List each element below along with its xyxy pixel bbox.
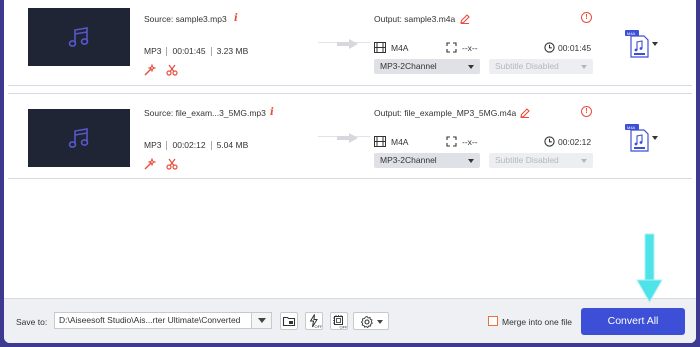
app-window: Source: sample3.mp3 i MP3 00:01:45 3.23 … [4,0,696,343]
edit-tools [144,64,178,76]
svg-text:OFF: OFF [340,325,348,330]
right-arrow-icon [337,39,358,49]
gear-icon [360,315,373,329]
m4a-file-icon[interactable]: M4A [625,124,649,152]
output-specs: M4A --x-- 00:02:12 [374,136,594,148]
edit-tools [144,158,178,170]
file-row: Source: file_exam...3_5MG.mp3 i MP3 00:0… [8,93,692,179]
save-to-label: Save to: [16,317,48,327]
film-icon [374,136,386,147]
film-icon [374,42,386,53]
chevron-down-icon[interactable] [652,136,658,140]
source-format: MP3 [144,140,162,150]
magic-wand-icon[interactable] [144,158,156,170]
source-format: MP3 [144,46,162,56]
video-thumbnail[interactable] [28,109,130,167]
audio-track-select[interactable]: MP3-2Channel [374,153,480,168]
chevron-down-icon[interactable] [251,313,271,328]
subtitle-select[interactable]: Subtitle Disabled [489,59,593,74]
chevron-down-icon [377,320,383,324]
m4a-file-icon[interactable]: M4A [625,30,649,58]
open-folder-button[interactable] [280,312,298,330]
subtitle-value: Subtitle Disabled [495,155,559,165]
source-filename: Source: sample3.mp3 [144,14,227,24]
output-format: M4A [391,137,409,147]
output-resolution: --x-- [462,137,478,147]
source-duration: 00:01:45 [172,46,206,56]
save-path-value: D:\Aiseesoft Studio\Ais...rter Ultimate\… [59,315,241,325]
pencil-icon[interactable] [460,14,470,24]
source-meta: MP3 00:01:45 3.23 MB [144,46,248,56]
cyan-down-arrow-icon [636,233,663,304]
scissors-icon[interactable] [166,64,178,76]
video-thumbnail[interactable] [28,8,130,66]
lightning-off-icon: OFF [309,314,323,329]
settings-button[interactable] [353,312,389,330]
right-arrow-icon [337,133,358,143]
info-icon[interactable]: i [234,13,238,24]
audio-track-select[interactable]: MP3-2Channel [374,59,480,74]
alert-circle-icon[interactable]: ! [581,12,592,23]
info-icon[interactable]: i [270,107,274,118]
output-filename: Output: sample3.m4a [374,14,456,24]
svg-text:M4A: M4A [627,31,636,36]
output-filename: Output: file_example_MP3_5MG.m4a [374,108,517,118]
folder-icon [282,316,296,327]
source-filename: Source: file_exam...3_5MG.mp3 [144,108,266,118]
source-meta: MP3 00:02:12 5.04 MB [144,140,248,150]
gpu-acceleration-button[interactable]: OFF [330,312,348,330]
chevron-down-icon[interactable] [652,42,658,46]
file-list: Source: sample3.mp3 i MP3 00:01:45 3.23 … [4,0,696,298]
chevron-down-icon [468,159,474,163]
source-size: 5.04 MB [216,140,249,150]
chevron-down-icon [581,159,587,163]
output-resolution: --x-- [462,43,478,53]
convert-all-button[interactable]: Convert All [581,308,685,335]
scrollbar[interactable] [683,0,689,298]
hardware-acceleration-button[interactable]: OFF [305,312,323,330]
output-format: M4A [391,43,409,53]
chip-off-icon: OFF [333,315,348,330]
scissors-icon[interactable] [166,158,178,170]
audio-track-value: MP3-2Channel [380,61,437,71]
source-duration: 00:02:12 [172,140,206,150]
alert-circle-icon[interactable]: ! [581,106,592,117]
music-note-icon [68,27,89,47]
source-size: 3.23 MB [216,46,249,56]
resize-icon [446,136,457,147]
divider [166,46,168,56]
clock-icon [544,42,555,53]
divider [166,140,168,150]
chevron-down-icon [581,65,587,69]
bottom-bar: Save to: D:\Aiseesoft Studio\Ais...rter … [4,298,696,343]
merge-checkbox[interactable] [488,316,498,326]
music-note-icon [68,128,89,148]
chevron-down-icon [468,65,474,69]
save-path-select[interactable]: D:\Aiseesoft Studio\Ais...rter Ultimate\… [54,312,272,329]
subtitle-select[interactable]: Subtitle Disabled [489,153,593,168]
output-duration: 00:01:45 [558,43,592,53]
output-duration: 00:02:12 [558,137,592,147]
svg-text:OFF: OFF [315,324,323,329]
divider [210,140,212,150]
pencil-icon[interactable] [520,108,530,118]
clock-icon [544,136,555,147]
subtitle-value: Subtitle Disabled [495,61,559,71]
merge-label[interactable]: Merge into one file [502,317,572,327]
output-specs: M4A --x-- 00:01:45 [374,42,594,54]
audio-track-value: MP3-2Channel [380,155,437,165]
resize-icon [446,42,457,53]
svg-text:M4A: M4A [627,125,636,130]
magic-wand-icon[interactable] [144,64,156,76]
file-row: Source: sample3.mp3 i MP3 00:01:45 3.23 … [8,0,692,86]
divider [210,46,212,56]
